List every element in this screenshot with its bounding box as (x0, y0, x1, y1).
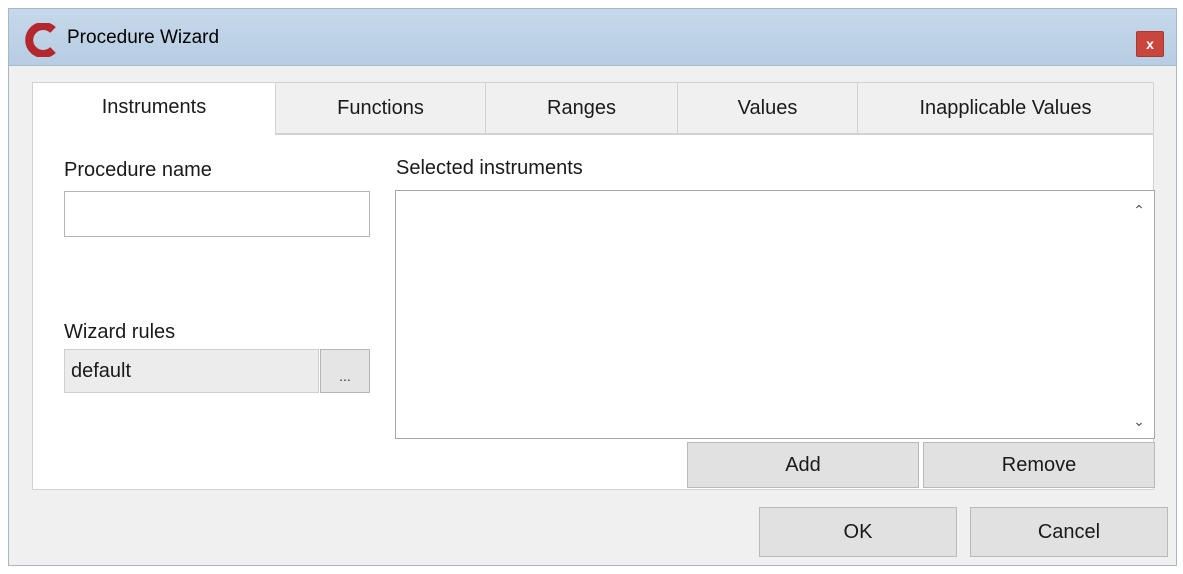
chevron-down-icon[interactable]: ⌄ (1132, 414, 1146, 428)
title-bar[interactable]: Procedure Wizard x (9, 9, 1176, 66)
tab-label: Values (737, 96, 798, 119)
tab-instruments[interactable]: Instruments (32, 82, 276, 135)
tab-label: Inapplicable Values (919, 96, 1092, 119)
procedure-name-label: Procedure name (64, 159, 212, 181)
window-title: Procedure Wizard (67, 27, 220, 48)
add-button[interactable]: Add (687, 442, 919, 488)
tab-values[interactable]: Values (678, 82, 858, 134)
ok-label: OK (843, 520, 873, 543)
cancel-button[interactable]: Cancel (970, 507, 1168, 557)
chevron-up-icon[interactable]: ⌃ (1132, 203, 1146, 217)
tab-bar: Instruments Functions Ranges Values Inap… (32, 82, 1154, 135)
ellipsis-icon: ... (339, 368, 351, 384)
tab-inapplicable-values[interactable]: Inapplicable Values (858, 82, 1154, 134)
remove-label: Remove (1001, 453, 1077, 476)
instruments-panel: Procedure name Wizard rules default ... … (32, 134, 1155, 490)
procedure-name-input[interactable] (64, 191, 370, 237)
wizard-rules-field: default (64, 349, 319, 393)
selected-instruments-label: Selected instruments (396, 157, 583, 179)
tab-label: Ranges (547, 96, 616, 119)
remove-button[interactable]: Remove (923, 442, 1155, 488)
cancel-label: Cancel (1037, 520, 1101, 543)
tab-label: Functions (337, 96, 424, 119)
procedure-wizard-window: Procedure Wizard x Instruments Functions… (8, 8, 1177, 566)
wizard-content: Instruments Functions Ranges Values Inap… (32, 82, 1155, 490)
tab-functions[interactable]: Functions (276, 82, 486, 134)
close-button[interactable]: x (1136, 31, 1164, 57)
app-logo-icon (25, 23, 56, 57)
tab-label: Instruments (101, 96, 207, 118)
browse-rules-button[interactable]: ... (320, 349, 370, 393)
close-icon: x (1146, 36, 1154, 52)
ok-button[interactable]: OK (759, 507, 957, 557)
selected-instruments-list[interactable]: ⌃ ⌄ (395, 190, 1155, 439)
wizard-rules-label: Wizard rules (64, 321, 176, 343)
add-label: Add (785, 453, 821, 476)
tab-ranges[interactable]: Ranges (486, 82, 678, 134)
